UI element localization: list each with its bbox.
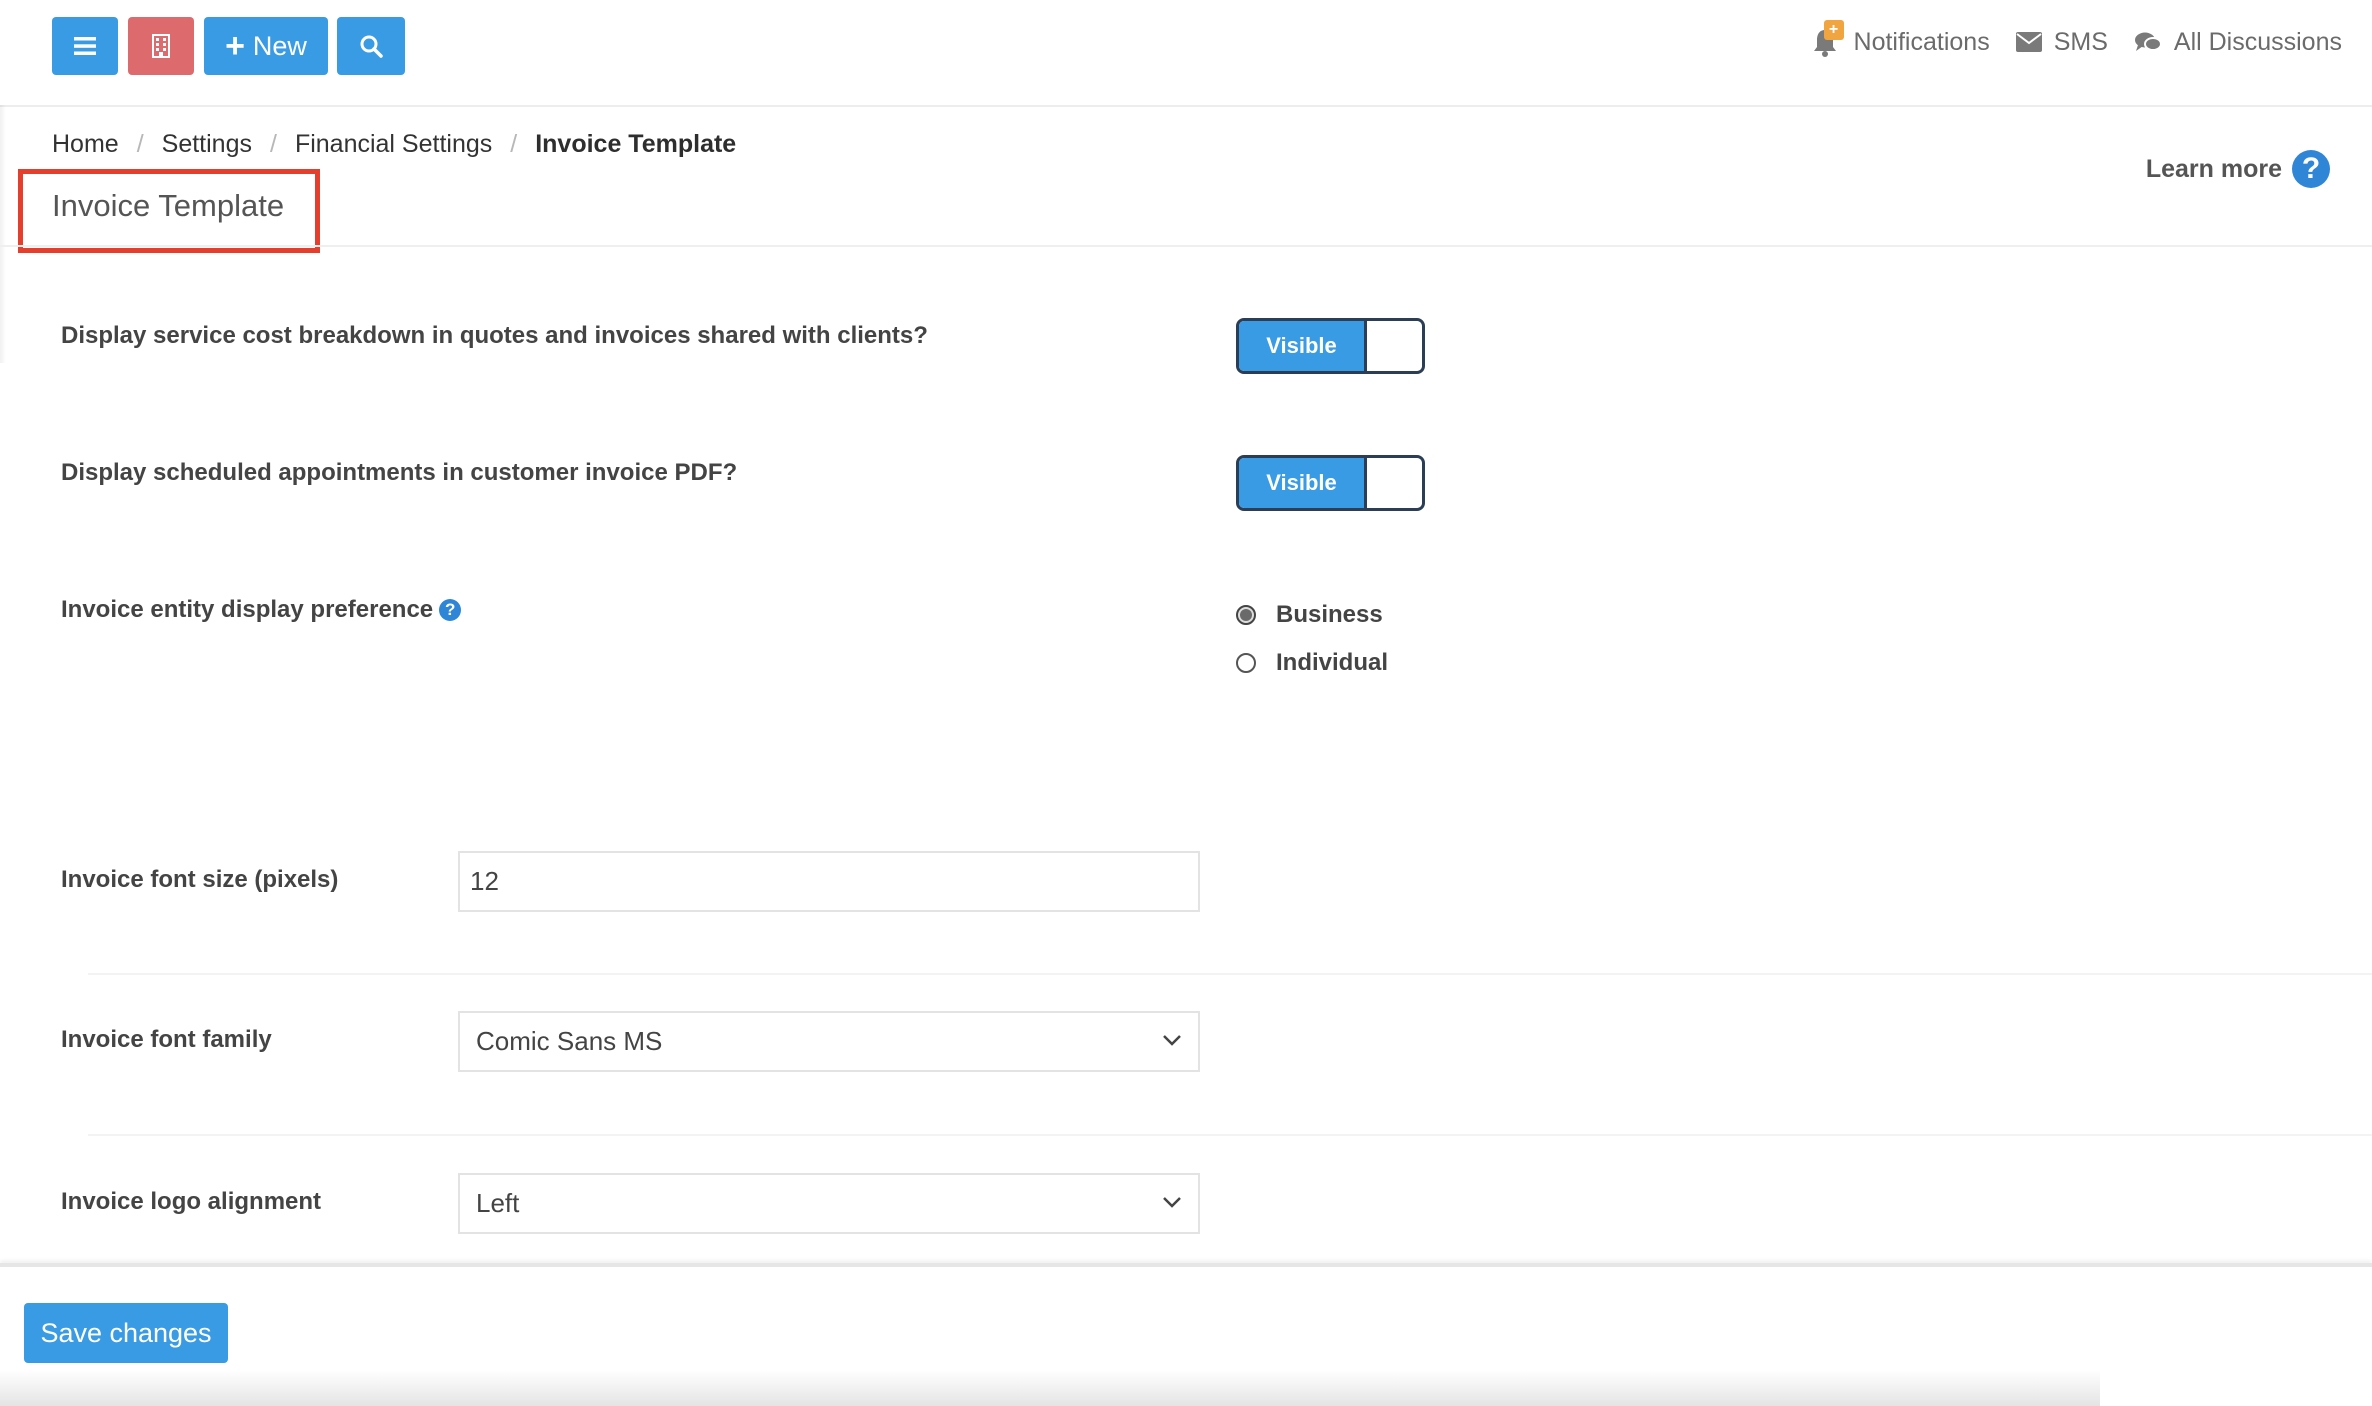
- radio-button[interactable]: [1236, 653, 1256, 673]
- toggle-on-label: Visible: [1239, 458, 1364, 508]
- new-button[interactable]: + New: [204, 17, 328, 75]
- scheduled-appointments-label: Display scheduled appointments in custom…: [61, 459, 738, 486]
- section-divider: [88, 1134, 2372, 1136]
- entity-display-label: Invoice entity display preference?: [61, 596, 462, 624]
- bell-icon: +: [1812, 20, 1844, 58]
- entity-display-label-text: Invoice entity display preference: [61, 596, 434, 623]
- top-bar: + New + Notifications SMS All Discussion…: [0, 0, 2372, 107]
- radio-business-label: Business: [1276, 601, 1383, 628]
- font-size-label: Invoice font size (pixels): [61, 866, 339, 893]
- menu-button[interactable]: [52, 17, 118, 75]
- font-family-value: Comic Sans MS: [476, 1026, 663, 1056]
- plus-icon: +: [225, 27, 245, 65]
- all-discussions-label: All Discussions: [2173, 27, 2342, 56]
- breadcrumb: Home / Settings / Financial Settings / I…: [52, 130, 736, 159]
- breadcrumb-settings[interactable]: Settings: [162, 130, 252, 159]
- question-circle-icon: ?: [2292, 150, 2330, 188]
- chevron-down-icon: [1163, 1197, 1181, 1208]
- breadcrumb-home[interactable]: Home: [52, 130, 119, 159]
- top-nav: + Notifications SMS All Discussions: [1812, 20, 2342, 58]
- sms-label: SMS: [2053, 27, 2108, 56]
- learn-more-label: Learn more: [2145, 154, 2282, 183]
- radio-individual-label: Individual: [1276, 649, 1389, 676]
- notification-badge: +: [1823, 20, 1844, 40]
- search-button[interactable]: [337, 17, 405, 75]
- hamburger-icon: [74, 37, 96, 55]
- breadcrumb-separator: /: [136, 130, 144, 158]
- radio-button-checked[interactable]: [1236, 605, 1256, 625]
- footer-shadow: [0, 1370, 2100, 1406]
- question-circle-icon[interactable]: ?: [439, 599, 462, 621]
- font-size-input[interactable]: 12: [458, 851, 1200, 912]
- envelope-icon: [2015, 32, 2042, 52]
- section-divider: [88, 973, 2372, 975]
- logo-alignment-select[interactable]: Left: [458, 1173, 1200, 1234]
- logo-alignment-value: Left: [476, 1188, 520, 1218]
- service-cost-breakdown-toggle[interactable]: Visible: [1236, 318, 1425, 374]
- breadcrumb-financial-settings[interactable]: Financial Settings: [295, 130, 492, 159]
- all-discussions-link[interactable]: All Discussions: [2134, 28, 2342, 57]
- service-cost-breakdown-label: Display service cost breakdown in quotes…: [61, 322, 928, 349]
- radio-business[interactable]: Business: [1236, 601, 1383, 629]
- font-size-value: 12: [470, 866, 499, 896]
- toggle-knob: [1364, 321, 1422, 371]
- scheduled-appointments-toggle[interactable]: Visible: [1236, 455, 1425, 511]
- building-icon: [152, 34, 170, 58]
- font-family-select[interactable]: Comic Sans MS: [458, 1011, 1200, 1072]
- chevron-down-icon: [1163, 1035, 1181, 1046]
- search-icon: [360, 35, 383, 58]
- toggle-on-label: Visible: [1239, 321, 1364, 371]
- left-shadow: [0, 105, 6, 363]
- breadcrumb-current: Invoice Template: [535, 130, 737, 158]
- font-family-label: Invoice font family: [61, 1026, 272, 1053]
- breadcrumb-separator: /: [510, 130, 518, 158]
- comments-icon: [2134, 32, 2162, 51]
- page-title: Invoice Template: [52, 188, 285, 223]
- header-divider: [0, 245, 2372, 247]
- notifications-label: Notifications: [1853, 27, 1990, 56]
- learn-more-link[interactable]: Learn more ?: [2146, 150, 2330, 188]
- new-button-label: New: [252, 30, 307, 61]
- toggle-knob: [1364, 458, 1422, 508]
- building-button[interactable]: [128, 17, 194, 75]
- sms-link[interactable]: SMS: [2015, 27, 2108, 57]
- radio-individual[interactable]: Individual: [1236, 649, 1388, 677]
- breadcrumb-separator: /: [269, 130, 277, 158]
- save-changes-button[interactable]: Save changes: [24, 1303, 228, 1363]
- logo-alignment-label: Invoice logo alignment: [61, 1188, 322, 1215]
- notifications-link[interactable]: + Notifications: [1812, 20, 1990, 58]
